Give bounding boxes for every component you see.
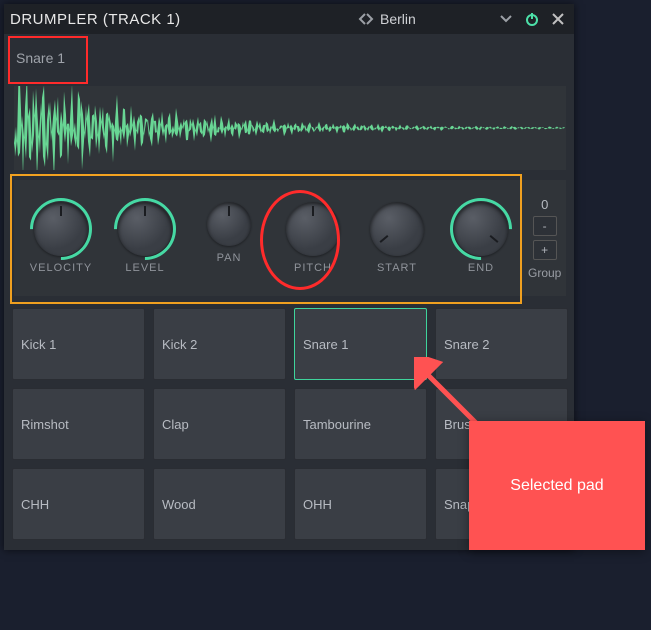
preset-name[interactable]: Berlin xyxy=(380,11,490,27)
pad-snare-2[interactable]: Snare 2 xyxy=(435,308,568,380)
velocity-knob[interactable]: VELOCITY xyxy=(22,202,100,274)
knob-section: VELOCITY LEVEL PAN PITCH START END 0 - +… xyxy=(14,180,566,296)
waveform-display[interactable] xyxy=(14,86,566,170)
pad-ohh[interactable]: OHH xyxy=(294,468,427,540)
close-icon[interactable] xyxy=(548,9,568,29)
pad-label: Snare 1 xyxy=(303,337,349,352)
knob-label: PAN xyxy=(217,252,242,264)
current-sample-name[interactable]: Snare 1 xyxy=(10,38,92,78)
pad-kick-2[interactable]: Kick 2 xyxy=(153,308,286,380)
pad-chh[interactable]: CHH xyxy=(12,468,145,540)
pad-kick-1[interactable]: Kick 1 xyxy=(12,308,145,380)
knob-label: LEVEL xyxy=(125,262,164,274)
pad-label: Kick 1 xyxy=(21,337,56,352)
group-increment-button[interactable]: + xyxy=(533,240,557,260)
knob-label: PITCH xyxy=(294,262,332,274)
pad-label: Rimshot xyxy=(21,417,69,432)
pad-label: OHH xyxy=(303,497,332,512)
end-knob[interactable]: END xyxy=(442,202,520,274)
pad-label: Wood xyxy=(162,497,196,512)
knob-label: VELOCITY xyxy=(30,262,92,274)
pad-rimshot[interactable]: Rimshot xyxy=(12,388,145,460)
group-column: 0 - + Group xyxy=(528,197,567,280)
pad-snare-1[interactable]: Snare 1 xyxy=(294,308,427,380)
preset-area: Berlin xyxy=(358,9,568,29)
pan-knob[interactable]: PAN xyxy=(190,202,268,274)
knob-row: VELOCITY LEVEL PAN PITCH START END xyxy=(14,202,528,274)
power-icon[interactable] xyxy=(522,9,542,29)
titlebar: DRUMPLER (TRACK 1) Berlin xyxy=(4,4,574,34)
pitch-knob[interactable]: PITCH xyxy=(274,202,352,274)
pad-wood[interactable]: Wood xyxy=(153,468,286,540)
start-knob[interactable]: START xyxy=(358,202,436,274)
knob-label: END xyxy=(468,262,494,274)
plugin-title: DRUMPLER (TRACK 1) xyxy=(10,11,181,28)
pad-tambourine[interactable]: Tambourine xyxy=(294,388,427,460)
group-decrement-button[interactable]: - xyxy=(533,216,557,236)
group-value: 0 xyxy=(541,197,548,212)
pad-label: Snare 2 xyxy=(444,337,490,352)
preset-dropdown-icon[interactable] xyxy=(496,9,516,29)
pad-label: CHH xyxy=(21,497,49,512)
pad-clap[interactable]: Clap xyxy=(153,388,286,460)
annotation-callout: Selected pad xyxy=(469,421,645,550)
preset-prev-next-icon[interactable] xyxy=(358,11,374,27)
pad-label: Kick 2 xyxy=(162,337,197,352)
callout-text: Selected pad xyxy=(510,477,603,495)
level-knob[interactable]: LEVEL xyxy=(106,202,184,274)
knob-label: START xyxy=(377,262,417,274)
group-label: Group xyxy=(528,266,561,280)
pad-label: Clap xyxy=(162,417,189,432)
pad-label: Tambourine xyxy=(303,417,371,432)
